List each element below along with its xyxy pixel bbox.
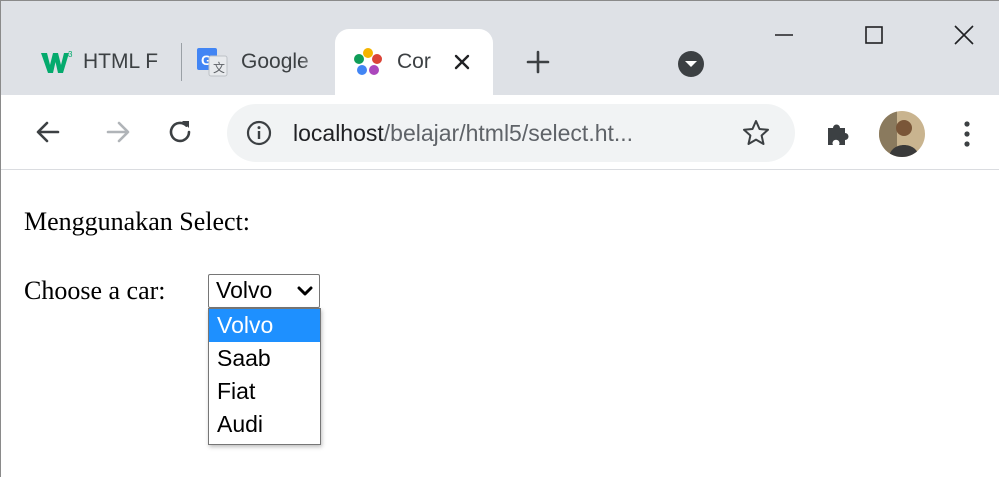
extensions-puzzle-icon[interactable]: [823, 119, 853, 149]
info-icon[interactable]: [245, 119, 273, 147]
reload-icon: [169, 121, 191, 143]
google-translate-icon: G 文: [197, 48, 228, 77]
w3schools-icon: 3: [41, 50, 73, 73]
tab-google[interactable]: G 文 Google: [195, 29, 323, 95]
tab-html[interactable]: 3 HTML F: [39, 29, 177, 95]
url-path: /belajar/html5/select.ht...: [383, 120, 634, 146]
reload-button[interactable]: [163, 115, 197, 149]
tab-label: Cor: [397, 50, 431, 73]
avatar-icon: [879, 111, 925, 157]
maximize-button[interactable]: [849, 15, 899, 55]
tab-strip: 3 HTML F G 文 Google Cor: [1, 1, 999, 95]
maximize-icon: [865, 26, 883, 44]
chevron-down-circle-icon: [678, 51, 704, 77]
option-saab[interactable]: Saab: [209, 342, 320, 375]
back-button[interactable]: [31, 115, 65, 149]
arrow-right-icon: [106, 121, 130, 143]
option-volvo[interactable]: Volvo: [209, 309, 320, 342]
option-fiat[interactable]: Fiat: [209, 375, 320, 408]
url-host: localhost: [293, 120, 384, 146]
minimize-button[interactable]: [759, 15, 809, 55]
close-window-button[interactable]: [939, 15, 989, 55]
new-tab-button[interactable]: [521, 45, 555, 79]
tab-label: HTML F: [83, 50, 159, 73]
svg-text:文: 文: [213, 60, 225, 75]
page-content: Menggunakan Select: Choose a car: Volvo …: [1, 170, 999, 477]
address-bar[interactable]: localhost/belajar/html5/select.ht...: [227, 104, 795, 162]
forward-button[interactable]: [101, 115, 135, 149]
chevron-down-icon: [297, 286, 313, 296]
url-text[interactable]: localhost/belajar/html5/select.ht...: [293, 119, 633, 147]
arrow-left-icon: [36, 121, 60, 143]
car-select[interactable]: Volvo: [208, 274, 320, 308]
svg-text:3: 3: [68, 50, 73, 59]
close-icon: [954, 25, 974, 45]
page-heading: Menggunakan Select:: [24, 207, 250, 236]
more-menu-icon[interactable]: [957, 117, 977, 151]
bookmark-star-icon[interactable]: [741, 118, 771, 148]
tab-label: Google: [241, 50, 309, 73]
puzzle-flower-icon: [354, 48, 382, 75]
minimize-icon: [775, 34, 793, 36]
profile-avatar[interactable]: [879, 111, 925, 157]
plus-icon: [526, 50, 550, 74]
select-value: Volvo: [216, 277, 273, 303]
option-audi[interactable]: Audi: [209, 408, 320, 441]
car-select-label: Choose a car:: [24, 276, 166, 305]
tab-separator: [181, 43, 182, 81]
browser-window: 3 HTML F G 文 Google Cor localhost/belaja…: [0, 0, 999, 477]
close-tab-icon[interactable]: [449, 49, 475, 75]
select-dropdown-list: Volvo Saab Fiat Audi: [208, 308, 321, 445]
tab-search-button[interactable]: [677, 50, 705, 78]
tab-active[interactable]: Cor: [335, 29, 493, 95]
